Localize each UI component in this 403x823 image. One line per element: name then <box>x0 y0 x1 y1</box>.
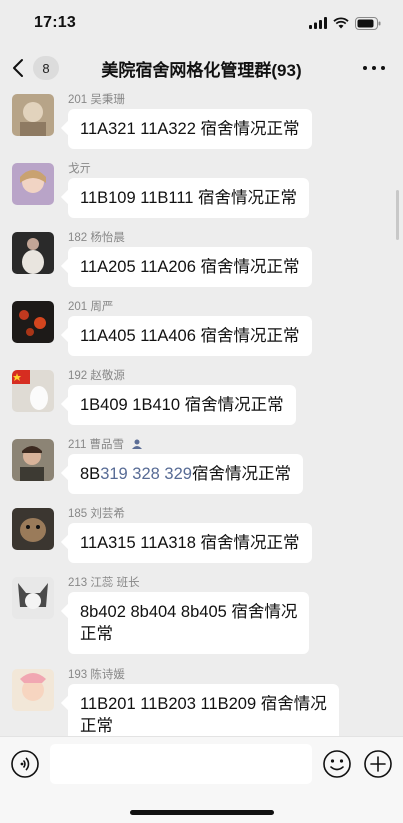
status-time: 17:13 <box>34 14 76 31</box>
home-indicator[interactable] <box>130 810 274 815</box>
message-text: 1B409 1B410 宿舍情况正常 <box>80 396 284 414</box>
chat-title: 美院宿舍网格化管理群(93) <box>101 60 302 80</box>
sender-name: 182 杨怡晨 <box>68 232 125 244</box>
avatar[interactable] <box>12 232 54 274</box>
sender-name: 201 吴秉珊 <box>68 94 125 106</box>
message-bubble[interactable]: 11A205 11A206 宿舍情况正常 <box>68 247 312 287</box>
message-bubble[interactable]: 11A321 11A322 宿舍情况正常 <box>68 109 312 149</box>
avatar[interactable] <box>12 94 54 136</box>
chat-message-list[interactable]: 201 吴秉珊 11A321 11A322 宿舍情况正常 戈亓 11B109 1… <box>0 90 403 736</box>
emoji-button[interactable] <box>322 749 352 779</box>
message-text: 宿舍情况正常 <box>191 465 291 483</box>
message-text: 正常 <box>80 625 113 643</box>
status-bar: 17:13 <box>0 0 403 46</box>
message-text: 11A205 11A206 宿舍情况正常 <box>80 258 300 276</box>
back-button[interactable] <box>12 54 32 82</box>
message-bubble[interactable]: 8B319 328 329宿舍情况正常 <box>68 454 303 494</box>
avatar[interactable] <box>12 508 54 550</box>
battery-icon <box>355 16 381 30</box>
message-text: 8b402 8b404 8b405 宿舍情况 <box>80 603 298 621</box>
emoji-icon <box>323 750 351 778</box>
message-text: 11B109 11B111 宿舍情况正常 <box>80 189 298 207</box>
message-bubble[interactable]: 1B409 1B410 宿舍情况正常 <box>68 385 296 425</box>
member-tag-icon <box>132 439 143 449</box>
more-functions-button[interactable] <box>363 749 393 779</box>
plus-icon <box>364 750 392 778</box>
message-bubble[interactable]: 11A315 11A318 宿舍情况正常 <box>68 523 312 563</box>
sender-name: 185 刘芸希 <box>68 508 125 520</box>
message-text: 11A405 11A406 宿舍情况正常 <box>80 327 300 345</box>
wifi-icon <box>333 17 349 29</box>
sender-name: 193 陈诗媛 <box>68 669 125 681</box>
message-text: 11A321 11A322 宿舍情况正常 <box>80 120 300 138</box>
avatar[interactable] <box>12 439 54 481</box>
scrollbar[interactable] <box>396 190 399 240</box>
chat-header: 8 美院宿舍网格化管理群(93) <box>0 46 403 90</box>
cellular-signal-icon <box>309 17 327 29</box>
sender-name: 192 赵敬源 <box>68 370 125 382</box>
unread-count-badge[interactable]: 8 <box>33 56 59 80</box>
avatar[interactable] <box>12 301 54 343</box>
sender-name: 211 曹品雪 <box>68 436 143 452</box>
message-text: 8B <box>80 465 101 483</box>
more-dots-icon <box>363 66 367 70</box>
avatar[interactable] <box>12 577 54 619</box>
message-bubble[interactable]: 11A405 11A406 宿舍情况正常 <box>68 316 312 356</box>
voice-icon <box>11 750 39 778</box>
avatar[interactable] <box>12 669 54 711</box>
more-button[interactable] <box>363 60 385 76</box>
avatar[interactable] <box>12 163 54 205</box>
status-icons <box>309 16 381 30</box>
message-input[interactable] <box>50 744 312 784</box>
message-text: 正常 <box>80 717 113 735</box>
phone-number-link[interactable]: 319 328 329 <box>100 465 192 483</box>
message-text: 11A315 11A318 宿舍情况正常 <box>80 534 300 552</box>
chevron-left-icon <box>13 59 23 77</box>
voice-button[interactable] <box>10 749 40 779</box>
avatar[interactable] <box>12 370 54 412</box>
sender-name: 213 江蕊 班长 <box>68 577 140 589</box>
message-text: 11B201 11B203 11B209 宿舍情况 <box>80 695 327 713</box>
message-bubble[interactable]: 11B201 11B203 11B209 宿舍情况 正常 <box>68 684 339 736</box>
sender-name: 戈亓 <box>68 163 91 175</box>
message-bubble[interactable]: 11B109 11B111 宿舍情况正常 <box>68 178 310 218</box>
sender-name: 201 周严 <box>68 301 114 313</box>
message-bubble[interactable]: 8b402 8b404 8b405 宿舍情况 正常 <box>68 592 310 654</box>
